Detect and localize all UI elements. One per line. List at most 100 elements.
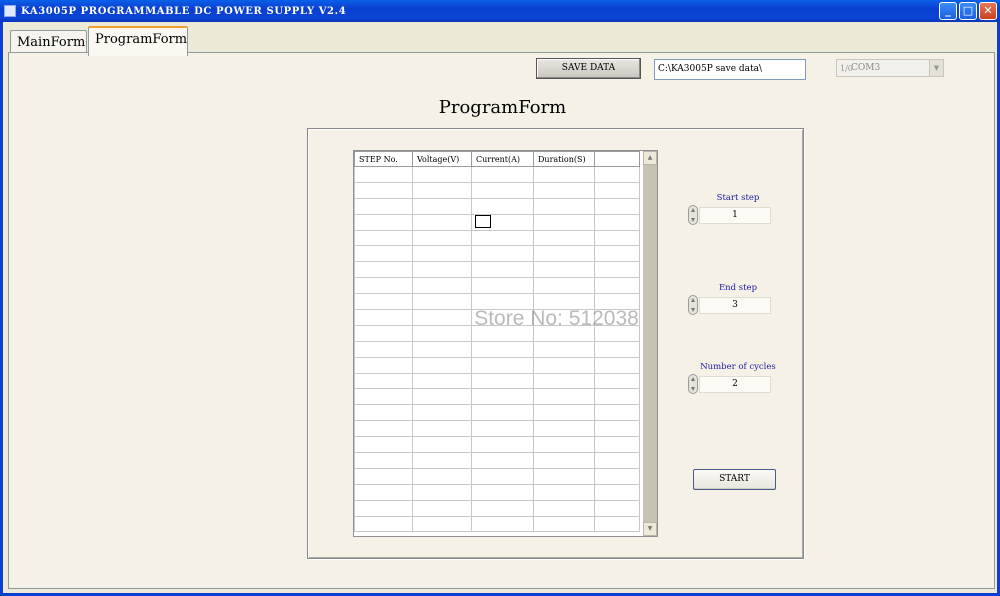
minimize-button[interactable]: _ <box>939 2 957 20</box>
table-cell[interactable] <box>594 197 640 215</box>
table-cell[interactable] <box>354 181 413 199</box>
table-cell[interactable] <box>471 277 534 295</box>
table-cell[interactable] <box>412 245 472 263</box>
table-cell[interactable] <box>533 499 595 517</box>
table-cell[interactable] <box>471 324 534 342</box>
tab-programform[interactable]: ProgramForm <box>88 26 188 56</box>
end-step-spinner[interactable] <box>688 295 698 315</box>
table-cell[interactable] <box>354 356 413 374</box>
table-cell[interactable] <box>533 356 595 374</box>
table-cell[interactable] <box>354 388 413 406</box>
table-cell[interactable] <box>354 483 413 501</box>
table-cell[interactable] <box>594 356 640 374</box>
table-cell[interactable] <box>471 467 534 485</box>
table-cell[interactable] <box>354 261 413 279</box>
chevron-down-icon[interactable]: ▼ <box>929 60 943 76</box>
table-cell[interactable] <box>594 166 640 183</box>
program-table[interactable]: STEP No. Voltage(V) Current(A) Duration(… <box>353 150 658 537</box>
table-cell[interactable] <box>533 372 595 390</box>
table-cell[interactable] <box>412 467 472 485</box>
start-step-spinner[interactable] <box>688 205 698 225</box>
table-cell[interactable] <box>533 467 595 485</box>
table-cell[interactable] <box>412 452 472 469</box>
table-cell[interactable] <box>354 340 413 358</box>
table-cell[interactable] <box>533 404 595 422</box>
table-cell[interactable] <box>354 309 413 326</box>
table-cell[interactable] <box>471 181 534 199</box>
table-cell[interactable] <box>594 467 640 485</box>
table-cell[interactable] <box>533 340 595 358</box>
table-cell[interactable] <box>594 213 640 231</box>
cycles-spinner[interactable] <box>688 374 698 394</box>
table-cell[interactable] <box>533 420 595 438</box>
table-cell[interactable] <box>354 436 413 454</box>
table-cell[interactable] <box>354 229 413 247</box>
table-cell[interactable] <box>533 324 595 342</box>
table-cell[interactable] <box>471 404 534 422</box>
table-cell[interactable] <box>412 356 472 374</box>
table-scrollbar[interactable]: ▲ ▼ <box>643 151 657 536</box>
table-cell[interactable] <box>471 340 534 358</box>
table-cell[interactable] <box>471 356 534 374</box>
table-cell[interactable] <box>533 483 595 501</box>
table-cell[interactable] <box>412 277 472 295</box>
table-cell[interactable] <box>533 229 595 247</box>
table-cell[interactable] <box>594 245 640 263</box>
table-cell[interactable] <box>354 499 413 517</box>
table-cell[interactable] <box>594 372 640 390</box>
table-cell[interactable] <box>471 261 534 279</box>
table-cell[interactable] <box>471 309 534 326</box>
maximize-button[interactable]: □ <box>959 2 977 20</box>
table-cell[interactable] <box>594 452 640 469</box>
table-cell[interactable] <box>533 181 595 199</box>
table-cell[interactable] <box>354 166 413 183</box>
table-cell[interactable] <box>412 229 472 247</box>
column-duration[interactable]: Duration(S) <box>533 151 595 167</box>
table-cell[interactable] <box>354 420 413 438</box>
column-extra[interactable] <box>594 151 640 167</box>
table-cell[interactable] <box>471 436 534 454</box>
table-cell[interactable] <box>412 436 472 454</box>
column-current[interactable]: Current(A) <box>471 151 534 167</box>
table-cell[interactable] <box>354 197 413 215</box>
table-cell[interactable] <box>412 499 472 517</box>
table-cell[interactable] <box>471 166 534 183</box>
save-path-field[interactable]: C:\KA3005P save data\ <box>654 59 806 80</box>
table-cell[interactable] <box>354 324 413 342</box>
close-button[interactable]: ✕ <box>979 2 997 20</box>
scroll-up-icon[interactable]: ▲ <box>643 151 657 165</box>
table-cell[interactable] <box>594 340 640 358</box>
table-cell[interactable] <box>594 309 640 326</box>
table-cell[interactable] <box>471 388 534 406</box>
table-cell[interactable] <box>533 309 595 326</box>
table-cell[interactable] <box>412 340 472 358</box>
table-cell[interactable] <box>354 404 413 422</box>
table-cell[interactable] <box>412 197 472 215</box>
column-step[interactable]: STEP No. <box>354 151 413 167</box>
table-cell[interactable] <box>471 452 534 469</box>
table-cell[interactable] <box>412 515 472 533</box>
table-cell[interactable] <box>533 515 595 533</box>
table-cell[interactable] <box>533 452 595 469</box>
cell-cursor[interactable] <box>475 215 491 228</box>
table-cell[interactable] <box>412 420 472 438</box>
table-cell[interactable] <box>471 197 534 215</box>
table-cell[interactable] <box>354 452 413 469</box>
table-cell[interactable] <box>471 515 534 533</box>
table-cell[interactable] <box>594 324 640 342</box>
table-cell[interactable] <box>412 181 472 199</box>
table-cell[interactable] <box>354 213 413 231</box>
table-cell[interactable] <box>533 388 595 406</box>
table-cell[interactable] <box>533 213 595 231</box>
table-cell[interactable] <box>594 261 640 279</box>
table-cell[interactable] <box>471 420 534 438</box>
table-cell[interactable] <box>533 166 595 183</box>
table-cell[interactable] <box>412 309 472 326</box>
table-cell[interactable] <box>354 467 413 485</box>
scroll-down-icon[interactable]: ▼ <box>643 522 657 536</box>
table-cell[interactable] <box>354 245 413 263</box>
table-cell[interactable] <box>594 420 640 438</box>
table-cell[interactable] <box>412 404 472 422</box>
table-cell[interactable] <box>412 261 472 279</box>
table-cell[interactable] <box>354 277 413 295</box>
